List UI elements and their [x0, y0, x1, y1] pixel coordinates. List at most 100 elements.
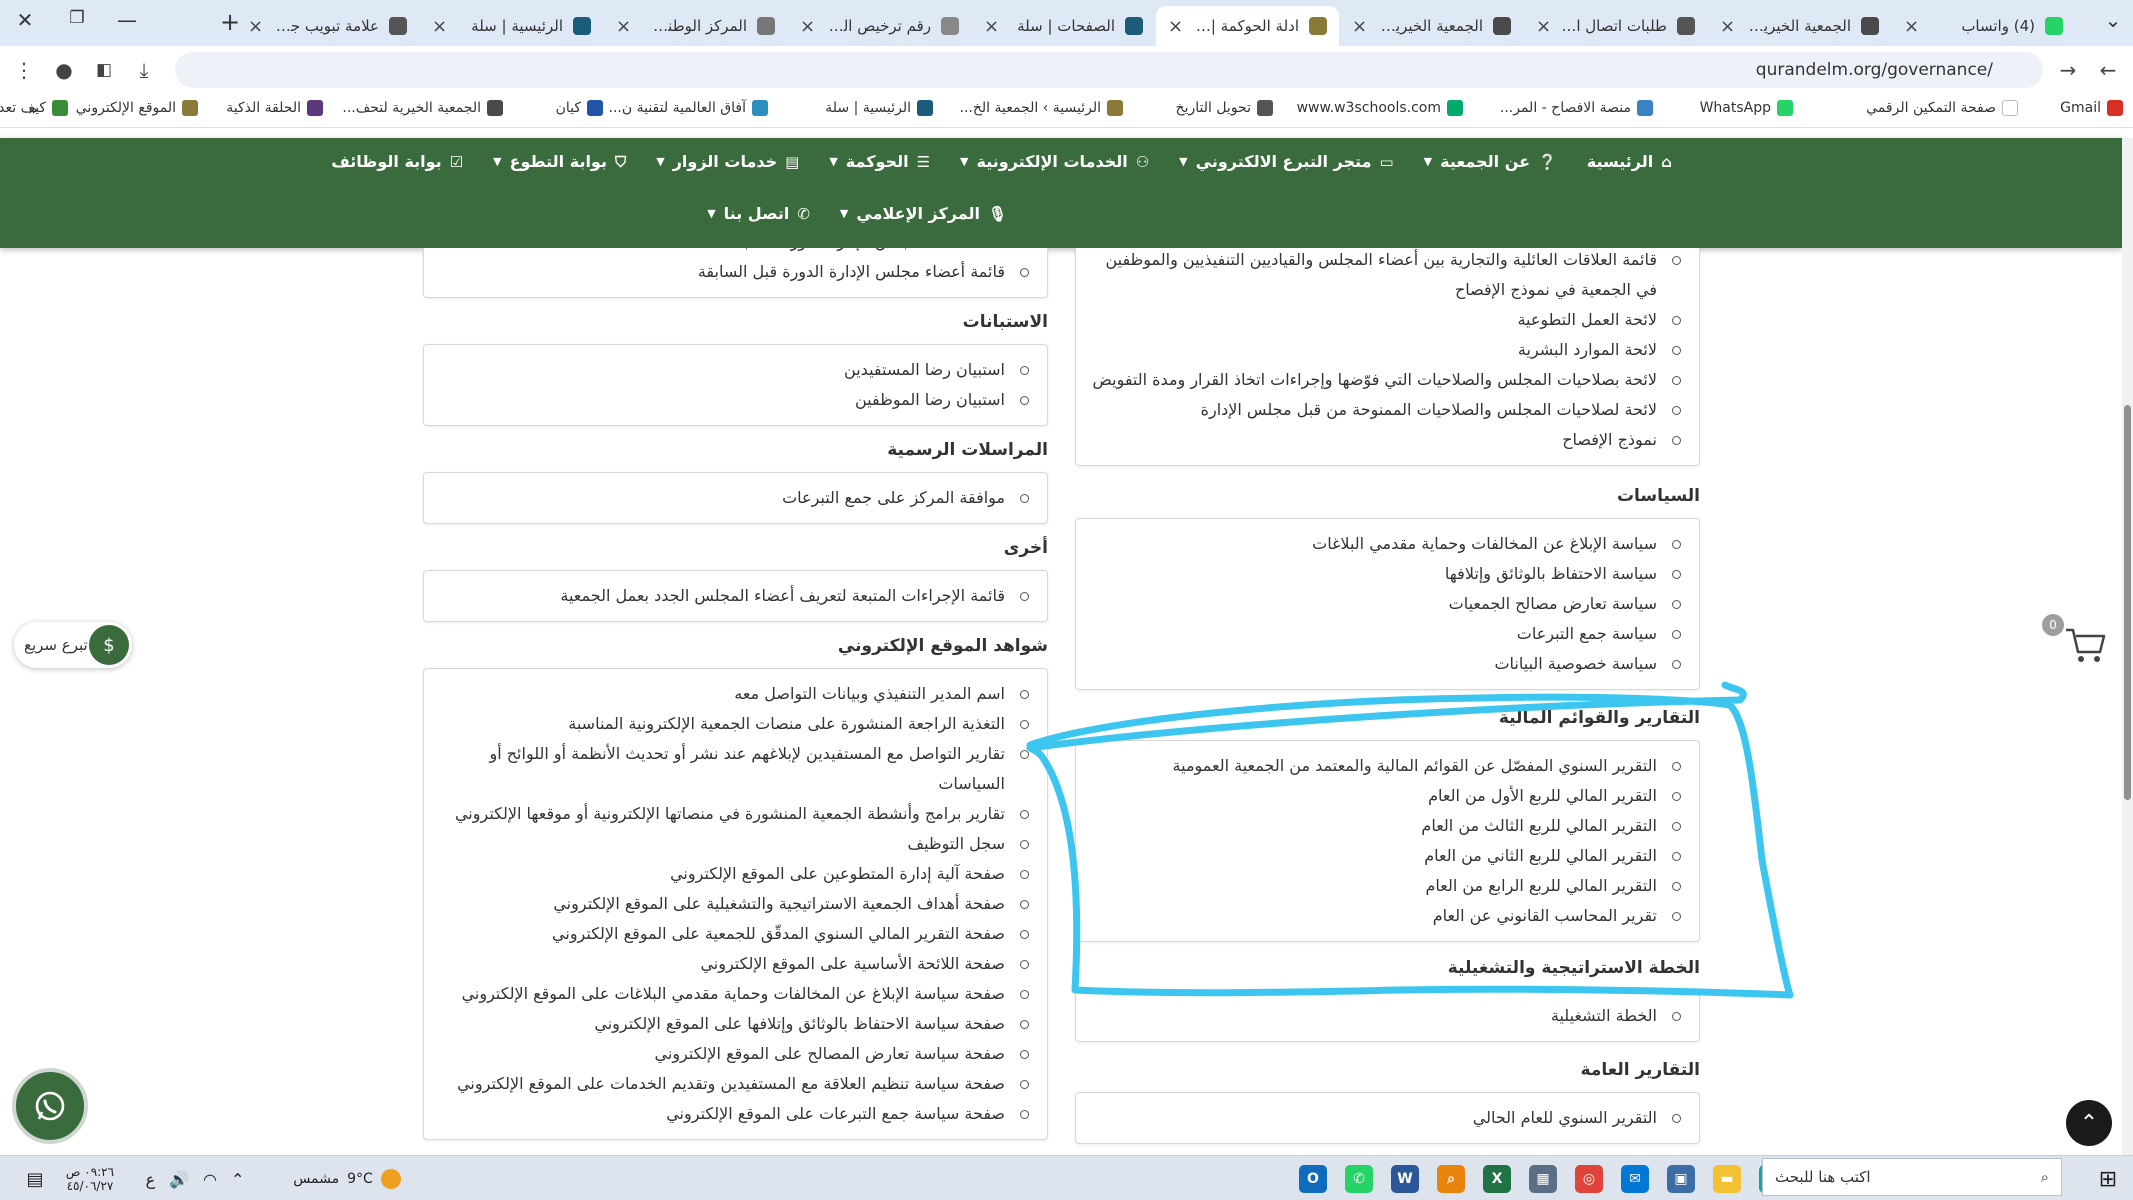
tab-close-icon[interactable]: × — [1904, 16, 1919, 37]
search-app-icon[interactable]: ⌕ — [1437, 1165, 1465, 1193]
browser-tab[interactable]: علامة تبويب جديدة × — [236, 6, 419, 46]
bookmark-item[interactable]: صفحة التمكين الرقمي — [1866, 100, 2018, 116]
document-link[interactable]: سياسة جمع التبرعات — [1086, 619, 1685, 649]
browser-tab[interactable]: رقم ترخيص التبرع × — [788, 6, 971, 46]
more-bookmarks-chevron-icon[interactable]: » — [28, 100, 38, 119]
taskbar-search[interactable]: ⌕ اكتب هنا للبحث — [1762, 1158, 2062, 1196]
tab-close-icon[interactable]: × — [984, 16, 999, 37]
tab-close-icon[interactable]: × — [616, 16, 631, 37]
document-link[interactable]: التقرير السنوي المفصّل عن القوائم المالي… — [1086, 751, 1685, 781]
document-link[interactable]: استبيان رضا المستفيدين — [434, 355, 1033, 385]
side-panel-icon[interactable]: ◧ — [90, 56, 118, 84]
nav-item[interactable]: ☰ الحوكمة ▼ — [829, 152, 930, 171]
whatsapp-app-icon[interactable]: ✆ — [1345, 1165, 1373, 1193]
browser-tab[interactable]: الصفحات | سلة × — [972, 6, 1155, 46]
nav-item[interactable]: ⌂ الرئيسية — [1587, 152, 1672, 171]
document-link[interactable]: قائمة الإجراءات المتبعة لتعريف أعضاء الم… — [434, 581, 1033, 611]
document-link[interactable]: التقرير المالي للربع الثاني من العام — [1086, 841, 1685, 871]
mail-icon[interactable]: ✉ — [1621, 1165, 1649, 1193]
browser-tab[interactable]: المركز الوطني لتنم × — [604, 6, 787, 46]
tab-close-icon[interactable]: × — [432, 16, 447, 37]
clock[interactable]: ٠٩:٢٦ ص ٤٥/٠٦/٢٧ — [55, 1164, 125, 1194]
nav-item[interactable]: 🎙 المركز الإعلامي ▼ — [840, 204, 1007, 223]
nav-item[interactable]: ☑ بوابة الوظائف — [331, 152, 463, 171]
quick-donate-button[interactable]: تبرع سريع $ — [14, 622, 132, 668]
document-link[interactable]: صفحة سياسة الاحتفاظ بالوثائق وإتلافها عل… — [434, 1009, 1033, 1039]
new-tab-button[interactable]: + — [215, 8, 245, 36]
bookmark-item[interactable]: WhatsApp — [1700, 100, 1793, 116]
document-link[interactable]: التقرير المالي للربع الثالث من العام — [1086, 811, 1685, 841]
document-link[interactable]: تقرير المحاسب القانوني عن العام — [1086, 901, 1685, 931]
nav-item[interactable]: ⚇ الخدمات الإلكترونية ▼ — [960, 152, 1149, 171]
document-link[interactable]: لائحة الموارد البشرية — [1086, 335, 1685, 365]
browser-tab[interactable]: طلبات اتصال الزوا × — [1524, 6, 1707, 46]
document-link[interactable]: لائحة بصلاحيات المجلس والصلاحيات التي فو… — [1086, 365, 1685, 395]
back-arrow-icon[interactable]: ← — [2094, 56, 2122, 84]
menu-kebab-icon[interactable]: ⋮ — [10, 56, 38, 84]
tab-close-icon[interactable]: × — [1536, 16, 1551, 37]
tab-search-chevron-icon[interactable]: ⌄ — [2098, 8, 2128, 32]
document-link[interactable]: التقرير المالي للربع الرابع من العام — [1086, 871, 1685, 901]
tab-close-icon[interactable]: × — [1352, 16, 1367, 37]
cart-button[interactable]: 0 — [2042, 614, 2112, 674]
document-link[interactable]: لائحة العمل التطوعية — [1086, 305, 1685, 335]
document-link[interactable]: اسم المدير التنفيذي وبيانات التواصل معه — [434, 679, 1033, 709]
document-link[interactable]: صفحة سياسة جمع التبرعات على الموقع الإلك… — [434, 1099, 1033, 1129]
bookmark-item[interactable]: آفاق العالمية لتقنية ن... — [609, 100, 768, 116]
scroll-to-top-button[interactable]: ⌃ — [2066, 1100, 2112, 1146]
forward-arrow-icon[interactable]: → — [2054, 56, 2082, 84]
document-link[interactable]: استبيان رضا الموظفين — [434, 385, 1033, 415]
keyboard-lang[interactable]: ع — [146, 1170, 156, 1189]
document-link[interactable]: صفحة آلية إدارة المتطوعين على الموقع الإ… — [434, 859, 1033, 889]
start-windows-icon[interactable]: ⊞ — [2090, 1164, 2126, 1194]
page-scrollbar-thumb[interactable] — [2124, 405, 2131, 800]
file-explorer-icon[interactable]: ▬ — [1713, 1165, 1741, 1193]
document-link[interactable]: لائحة لصلاحيات المجلس والصلاحيات الممنوح… — [1086, 395, 1685, 425]
document-link[interactable]: سجل التوظيف — [434, 829, 1033, 859]
chrome-icon[interactable]: ◎ — [1575, 1165, 1603, 1193]
nav-item[interactable]: ❔ عن الجمعية ▼ — [1424, 152, 1557, 171]
document-link[interactable]: تقارير التواصل مع المستفيدين لإبلاغهم عن… — [434, 739, 1033, 799]
close-window-icon[interactable]: ✕ — [10, 8, 40, 32]
bookmark-item[interactable]: كيان — [556, 100, 603, 116]
document-link[interactable]: سياسة الاحتفاظ بالوثائق وإتلافها — [1086, 559, 1685, 589]
document-link[interactable]: صفحة اللائحة الأساسية على الموقع الإلكتر… — [434, 949, 1033, 979]
document-link[interactable]: التقرير المالي للربع الأول من العام — [1086, 781, 1685, 811]
document-link[interactable]: سياسة الإبلاغ عن المخالفات وحماية مقدمي … — [1086, 529, 1685, 559]
bookmark-item[interactable]: www.w3schools.com — [1297, 100, 1463, 116]
document-link[interactable]: صفحة أهداف الجمعية الاستراتيجية والتشغيل… — [434, 889, 1033, 919]
bookmark-item[interactable]: منصة الافصاح - المر... — [1500, 100, 1653, 116]
outlook-icon[interactable]: O — [1299, 1165, 1327, 1193]
minimize-icon[interactable]: — — [112, 8, 142, 32]
browser-tab[interactable]: (4) واتساب × — [1892, 6, 2075, 46]
document-link[interactable]: التقرير السنوي للعام الحالي — [1086, 1103, 1685, 1133]
document-link[interactable]: قائمة أعضاء مجلس الإدارة الدورة السابقة — [434, 248, 1033, 257]
bookmark-item[interactable]: الرئيسية | سلة — [825, 100, 933, 116]
word-icon[interactable]: W — [1391, 1165, 1419, 1193]
document-link[interactable]: سياسة تعارض مصالح الجمعيات — [1086, 589, 1685, 619]
bookmark-item[interactable]: تحويل التاريخ — [1176, 100, 1273, 116]
browser-tab[interactable]: ادلة الحوكمة | الجم × — [1156, 6, 1339, 46]
wifi-icon[interactable]: ◠ — [203, 1170, 217, 1189]
excel-icon[interactable]: X — [1483, 1165, 1511, 1193]
document-link[interactable]: نموذج الإفصاح — [1086, 425, 1685, 455]
store-icon[interactable]: ▣ — [1667, 1165, 1695, 1193]
document-link[interactable]: قائمة العلاقات العائلية والتجارية بين أع… — [1086, 248, 1685, 305]
document-link[interactable]: صفحة التقرير المالي السنوي المدقّق للجمع… — [434, 919, 1033, 949]
bookmark-item[interactable]: الرئيسية › الجمعية الخ... — [960, 100, 1123, 116]
document-link[interactable]: صفحة سياسة الإبلاغ عن المخالفات وحماية م… — [434, 979, 1033, 1009]
address-bar[interactable]: qurandelm.org/governance/ — [175, 52, 2043, 88]
weather-widget[interactable]: مشمس 9°C — [282, 1164, 412, 1194]
browser-tab[interactable]: الرئيسية | سلة × — [420, 6, 603, 46]
volume-icon[interactable]: 🔊 — [169, 1170, 189, 1189]
tab-close-icon[interactable]: × — [1720, 16, 1735, 37]
document-link[interactable]: سياسة خصوصية البيانات — [1086, 649, 1685, 679]
document-link[interactable]: صفحة سياسة تعارض المصالح على الموقع الإل… — [434, 1039, 1033, 1069]
document-link[interactable]: تقارير برامج وأنشطة الجمعية المنشورة في … — [434, 799, 1033, 829]
nav-item[interactable]: ✆ اتصل بنا ▼ — [707, 204, 810, 223]
tab-close-icon[interactable]: × — [800, 16, 815, 37]
document-link[interactable]: قائمة أعضاء مجلس الإدارة الدورة قبل السا… — [434, 257, 1033, 287]
nav-item[interactable]: ⛉ بوابة التطوع ▼ — [493, 152, 626, 171]
document-link[interactable]: الخطة التشغيلية — [1086, 1001, 1685, 1031]
browser-tab[interactable]: الجمعية الخيرية لتح × — [1340, 6, 1523, 46]
